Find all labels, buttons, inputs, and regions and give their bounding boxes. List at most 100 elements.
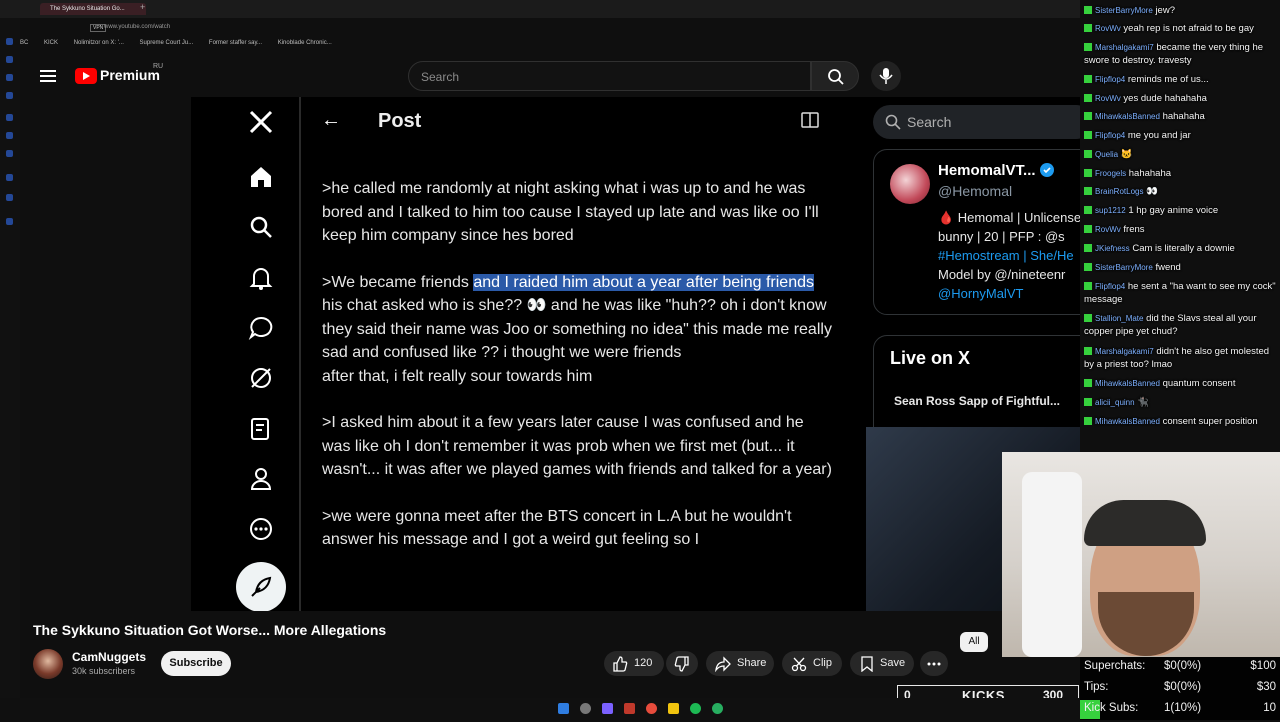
- browser-icon[interactable]: [624, 703, 635, 714]
- sub-badge-icon: [1084, 75, 1092, 83]
- search-input[interactable]: Search: [408, 61, 811, 91]
- clip-button[interactable]: Clip: [782, 651, 842, 676]
- sub-badge-icon: [1084, 94, 1092, 102]
- subscribe-button[interactable]: Subscribe: [161, 651, 231, 676]
- sidebar-app-icon[interactable]: [6, 218, 13, 225]
- stat-row: Kick Subs: 1(10%) 10: [1080, 700, 1276, 722]
- more-icon[interactable]: [248, 516, 274, 542]
- profile-icon[interactable]: [248, 466, 274, 492]
- sub-badge-icon: [1084, 225, 1092, 233]
- browser-tab-bar: The Sykkuno Situation Go... +: [0, 0, 1080, 18]
- thumbs-down-icon: [674, 656, 689, 672]
- messages-icon[interactable]: [248, 315, 274, 341]
- search-placeholder: Search: [421, 70, 460, 84]
- xbox-icon[interactable]: [712, 703, 723, 714]
- voice-search-button[interactable]: [871, 61, 901, 91]
- chat-username: RovWv: [1095, 225, 1121, 234]
- explore-search-icon[interactable]: [248, 214, 274, 240]
- search-button[interactable]: [811, 61, 859, 91]
- share-button[interactable]: Share: [706, 651, 774, 676]
- bio-hashtag[interactable]: #Hemostream | She/He: [938, 246, 1080, 265]
- avatar[interactable]: [890, 164, 930, 204]
- folder-icon[interactable]: [668, 703, 679, 714]
- profile-display-name: HemomalVT...: [938, 162, 1036, 179]
- bookmark[interactable]: Nolimitzor on X: '...: [74, 40, 124, 46]
- sidebar-app-icon[interactable]: [6, 150, 13, 157]
- chat-message: Marshalgakami7 became the very thing he …: [1084, 41, 1278, 67]
- taskbar: [0, 698, 1080, 720]
- home-icon[interactable]: [248, 164, 274, 190]
- search-icon[interactable]: [580, 703, 591, 714]
- url-text[interactable]: www.youtube.com/watch: [104, 24, 170, 30]
- new-tab-icon[interactable]: +: [140, 2, 145, 12]
- selected-text: and I raided him about a year after bein…: [473, 273, 814, 291]
- sidebar-app-icon[interactable]: [6, 114, 13, 121]
- bookmark[interactable]: Kinoblade Chronic...: [278, 40, 332, 46]
- thumbs-up-icon: [613, 656, 628, 672]
- chat-username: RovWv: [1095, 24, 1121, 33]
- sidebar-app-icon[interactable]: [6, 194, 13, 201]
- chat-username: Marshalgakami7: [1095, 347, 1154, 356]
- chat-text: jew?: [1155, 5, 1175, 16]
- sidebar-app-icon[interactable]: [6, 74, 13, 81]
- bio-line: Model by @/nineteenr: [938, 267, 1066, 282]
- sidebar-app-icon[interactable]: [6, 132, 13, 139]
- dislike-button[interactable]: [666, 651, 698, 676]
- chat-username: sup1212: [1095, 206, 1126, 215]
- compose-post-button[interactable]: [236, 562, 286, 611]
- channel-name[interactable]: CamNuggets: [72, 650, 146, 664]
- chat-message: MihawkalsBanned hahahaha: [1084, 110, 1278, 123]
- stat-row: Superchats: $0(0%) $100: [1084, 660, 1276, 680]
- like-button[interactable]: 120: [604, 651, 664, 676]
- chat-username: Froogels: [1095, 169, 1127, 178]
- clip-label: Clip: [813, 657, 832, 669]
- cap: [1084, 500, 1206, 546]
- profile-card[interactable]: HemomalVT... @Hemomal 🩸 Hemomal | Unlice…: [873, 149, 1080, 315]
- sub-badge-icon: [1084, 6, 1092, 14]
- spotify-icon[interactable]: [690, 703, 701, 714]
- sidebar-app-icon[interactable]: [6, 56, 13, 63]
- filter-chip-all[interactable]: All: [960, 632, 988, 652]
- sidebar-app-icon[interactable]: [6, 38, 13, 45]
- hamburger-menu-icon[interactable]: [40, 67, 56, 83]
- lists-icon[interactable]: [248, 416, 274, 442]
- bio-mention[interactable]: @HornyMalVT: [938, 284, 1080, 303]
- chat-text: hahahaha: [1162, 111, 1205, 122]
- notifications-bell-icon[interactable]: [248, 265, 274, 291]
- bookmark[interactable]: Supreme Court Ju...: [140, 40, 194, 46]
- share-icon: [715, 656, 731, 672]
- chat-message: RovWv frens: [1084, 223, 1278, 236]
- chat-username: Flipflop4: [1095, 282, 1126, 291]
- reader-mode-icon[interactable]: [801, 112, 819, 128]
- sidebar-app-icon[interactable]: [6, 92, 13, 99]
- chat-username: MihawkalsBanned: [1095, 112, 1160, 121]
- search-icon: [885, 114, 901, 130]
- save-button[interactable]: Save: [850, 651, 914, 676]
- discord-icon[interactable]: [602, 703, 613, 714]
- bookmark[interactable]: Former staffer say...: [209, 40, 262, 46]
- chat-username: Stallion_Mate: [1095, 314, 1144, 323]
- bookmark[interactable]: BC: [20, 40, 28, 46]
- sub-badge-icon: [1084, 379, 1092, 387]
- x-logo-icon[interactable]: [248, 109, 274, 135]
- more-actions-button[interactable]: [920, 651, 948, 676]
- avatar[interactable]: [33, 649, 63, 679]
- live-item[interactable]: Sean Ross Sapp of Fightful...: [894, 394, 1060, 408]
- microphone-icon: [879, 68, 893, 84]
- paragraph-text: >We became friends: [322, 273, 474, 291]
- profile-name: HemomalVT...: [938, 162, 1054, 179]
- back-arrow-icon[interactable]: ←: [321, 109, 341, 132]
- x-search-input[interactable]: Search: [873, 105, 1080, 139]
- video-title: The Sykkuno Situation Got Worse... More …: [33, 622, 387, 638]
- chat-username: RovWv: [1095, 94, 1121, 103]
- bookmark[interactable]: KICK: [44, 40, 58, 46]
- grok-icon[interactable]: [248, 365, 274, 391]
- browser-tab[interactable]: The Sykkuno Situation Go...: [40, 3, 146, 15]
- sidebar-app-icon[interactable]: [6, 174, 13, 181]
- chat-username: BrainRotLogs: [1095, 187, 1144, 196]
- windows-start-icon[interactable]: [558, 703, 569, 714]
- address-bar[interactable]: VPN www.youtube.com/watch: [20, 20, 1080, 38]
- chat-username: SisterBarryMore: [1095, 263, 1153, 272]
- scissors-icon: [791, 657, 807, 672]
- chrome-icon[interactable]: [646, 703, 657, 714]
